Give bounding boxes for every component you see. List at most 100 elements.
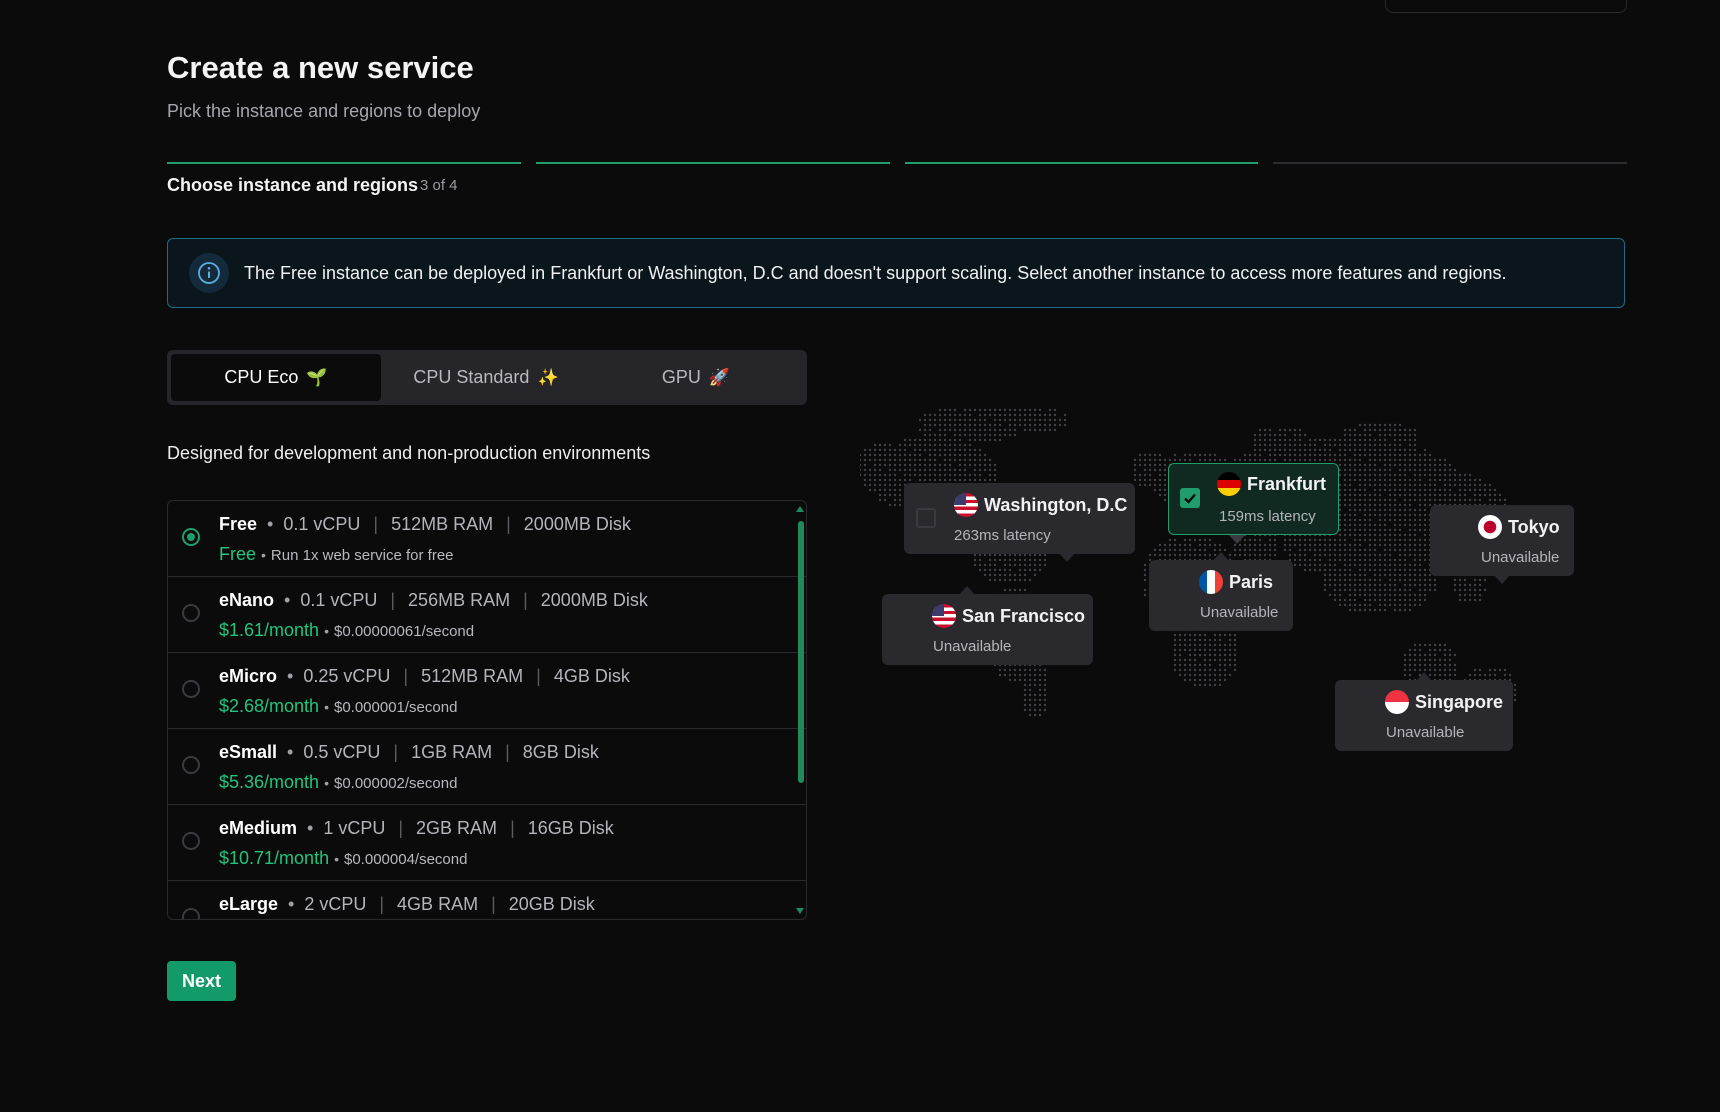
instance-price-detail: $0.00000061/second: [333, 623, 475, 640]
fr-flag-icon: [1199, 570, 1223, 594]
instance-ram: 2GB RAM: [416, 818, 498, 838]
instance-ram: 1GB RAM: [411, 742, 493, 762]
pipe-separator: |: [491, 894, 496, 914]
instance-price: $5.36/month: [219, 772, 320, 792]
pipe-separator: |: [393, 742, 399, 762]
region-card-sanfrancisco[interactable]: San Francisco Unavailable: [882, 586, 1093, 665]
instance-row-enano[interactable]: eNano • 0.1 vCPU | 256MB RAM | 2000MB Disk $1.…: [168, 577, 806, 653]
step-bar-4: [1273, 162, 1627, 164]
instance-name: eMedium: [219, 818, 298, 838]
instance-row-emicro[interactable]: eMicro • 0.25 vCPU | 512MB RAM | 4GB Disk $2.6…: [168, 653, 806, 729]
region-card-frankfurt[interactable]: Frankfurt 159ms latency: [1168, 463, 1339, 544]
instance-name: eLarge: [219, 894, 279, 914]
instance-price-detail: Run 1x web service for free: [270, 547, 454, 564]
region-pointer: [1059, 553, 1075, 562]
region-card-paris[interactable]: Paris Unavailable: [1149, 552, 1293, 631]
tab-label: GPU: [661, 367, 701, 387]
instance-cpu: 1 vCPU: [323, 818, 386, 838]
region-name: Washington, D.C: [984, 494, 1128, 515]
instance-row-elarge[interactable]: eLarge • 2 vCPU | 4GB RAM | 20GB Disk: [168, 881, 806, 919]
dot-separator: •: [287, 666, 294, 686]
instance-name: eMicro: [219, 666, 278, 686]
tab-gpu[interactable]: GPU 🚀: [591, 354, 801, 401]
info-banner-text: The Free instance can be deployed in Fra…: [244, 262, 1507, 283]
radio-unselected[interactable]: [182, 756, 200, 774]
info-banner: The Free instance can be deployed in Fra…: [167, 238, 1625, 308]
seedling-icon: 🌱: [306, 367, 328, 387]
region-status: 263ms latency: [954, 527, 1051, 544]
region-name: Singapore: [1415, 691, 1504, 712]
pipe-separator: |: [373, 514, 379, 534]
dot-separator: •: [307, 818, 314, 838]
pipe-separator: |: [390, 590, 396, 610]
region-card-tokyo[interactable]: Tokyo Unavailable: [1430, 505, 1574, 584]
instance-row-free[interactable]: Free • 0.1 vCPU | 512MB RAM | 2000MB Disk Free…: [168, 501, 806, 577]
us-flag-icon: [932, 604, 956, 628]
step-bar-2: [535, 162, 890, 164]
tab-cpu-standard[interactable]: CPU Standard ✨: [381, 354, 591, 401]
region-name: Paris: [1229, 571, 1274, 592]
radio-unselected[interactable]: [182, 604, 200, 622]
region-status: Unavailable: [1481, 549, 1560, 566]
pipe-separator: |: [506, 514, 511, 534]
instance-disk: 20GB Disk: [508, 894, 595, 914]
pipe-separator: |: [505, 742, 510, 762]
step-bar-3: [904, 162, 1259, 164]
scroll-thumb[interactable]: [798, 521, 804, 783]
radio-unselected[interactable]: [182, 832, 200, 850]
dot-separator: •: [334, 851, 339, 867]
instance-price: $10.71/month: [219, 848, 330, 868]
instance-cpu: 0.1 vCPU: [300, 590, 378, 610]
radio-unselected[interactable]: [182, 908, 200, 919]
tab-cpu-eco[interactable]: CPU Eco 🌱: [171, 354, 381, 401]
dot-separator: •: [261, 547, 266, 563]
pipe-separator: |: [510, 818, 515, 838]
instance-cpu: 2 vCPU: [304, 894, 367, 914]
dot-separator: •: [267, 514, 274, 534]
instance-name: eSmall: [219, 742, 278, 762]
instance-row-esmall[interactable]: eSmall • 0.5 vCPU | 1GB RAM | 8GB Disk $5.36/m…: [168, 729, 806, 805]
region-pointer: [1494, 575, 1510, 584]
scroll-down-arrow-icon[interactable]: [796, 908, 804, 914]
jp-flag-icon: [1478, 515, 1502, 539]
instance-name: eNano: [219, 590, 275, 610]
rocket-icon: 🚀: [708, 367, 731, 387]
region-pointer: [959, 586, 975, 595]
instance-price-detail: $0.000002/second: [333, 775, 458, 792]
region-name: Frankfurt: [1247, 473, 1327, 494]
instance-disk: 16GB Disk: [527, 818, 614, 838]
instance-ram: 4GB RAM: [397, 894, 479, 914]
instance-name: Free: [219, 514, 258, 534]
tab-description: Designed for development and non-product…: [167, 443, 651, 463]
dot-separator: •: [287, 742, 294, 762]
sparkles-icon: ✨: [537, 367, 559, 387]
dot-separator: •: [324, 775, 329, 791]
tab-label: CPU Standard: [413, 367, 530, 387]
instance-price-detail: $0.000004/second: [344, 851, 468, 868]
region-pointer: [1416, 672, 1432, 681]
next-button[interactable]: Next: [167, 961, 236, 1001]
pipe-separator: |: [523, 590, 528, 610]
us-flag-icon: [954, 493, 978, 517]
info-icon: [189, 253, 229, 293]
scroll-up-arrow-icon[interactable]: [796, 506, 804, 512]
radio-selected[interactable]: [182, 528, 200, 546]
region-map: Washington, D.C 263ms latency Frankfurt …: [860, 405, 1620, 825]
region-card-washington[interactable]: Washington, D.C 263ms latency: [904, 483, 1135, 562]
region-checkbox-checked[interactable]: [1180, 488, 1200, 508]
page-title: Create a new service: [167, 50, 474, 85]
instance-disk: 4GB Disk: [553, 666, 630, 686]
region-status: Unavailable: [933, 638, 1012, 655]
step-count: 3 of 4: [420, 177, 458, 194]
region-checkbox[interactable]: [916, 508, 936, 528]
region-card-singapore[interactable]: Singapore Unavailable: [1335, 672, 1513, 751]
instance-ram: 512MB RAM: [391, 514, 494, 534]
radio-unselected[interactable]: [182, 680, 200, 698]
instance-row-emedium[interactable]: eMedium • 1 vCPU | 2GB RAM | 16GB Disk $10.71/…: [168, 805, 806, 881]
instance-price-detail: $0.000001/second: [333, 699, 458, 716]
instance-list[interactable]: Free • 0.1 vCPU | 512MB RAM | 2000MB Disk Free…: [167, 500, 807, 920]
dot-separator: •: [324, 623, 329, 639]
pipe-separator: |: [398, 818, 404, 838]
instance-list-scrollbar[interactable]: [794, 501, 806, 919]
sg-flag-icon: [1385, 690, 1409, 714]
